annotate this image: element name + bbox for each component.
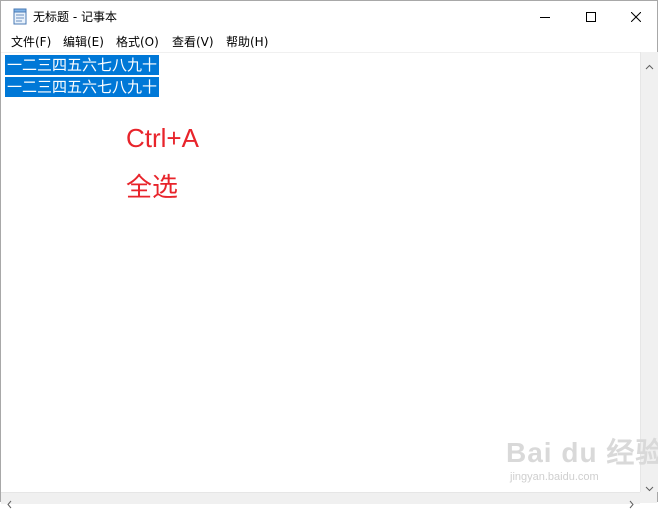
baidu-watermark: Bai du 经验 jingyan.baidu.com <box>506 431 658 483</box>
minimize-button[interactable] <box>522 1 568 32</box>
minimize-icon <box>540 16 550 18</box>
scroll-right-icon[interactable] <box>627 494 635 513</box>
selected-text-line[interactable]: 一二三四五六七八九十 <box>5 55 160 75</box>
title-bar[interactable]: 无标题 - 记事本 <box>1 1 657 32</box>
scrollbar-corner <box>640 492 657 503</box>
menu-view[interactable]: 查看(V) <box>172 34 214 50</box>
notepad-window: 无标题 - 记事本 文件(F) 编辑(E) 格式(O) 查看(V) 帮助(H) … <box>0 0 658 509</box>
scroll-left-icon[interactable] <box>6 494 14 513</box>
watermark-url: jingyan.baidu.com <box>510 471 599 483</box>
maximize-button[interactable] <box>568 1 614 32</box>
menu-file[interactable]: 文件(F) <box>11 34 51 50</box>
menu-format[interactable]: 格式(O) <box>116 34 159 50</box>
action-annotation: 全选 <box>126 172 179 202</box>
notepad-icon <box>13 8 27 25</box>
maximize-icon <box>586 11 596 22</box>
scroll-up-icon[interactable] <box>645 57 654 70</box>
close-icon <box>631 11 641 22</box>
vertical-scrollbar[interactable] <box>640 52 658 492</box>
shortcut-annotation: Ctrl+A <box>126 123 199 153</box>
close-button[interactable] <box>613 1 658 32</box>
watermark-brand: Bai du 经验 <box>506 437 658 468</box>
horizontal-scrollbar[interactable] <box>1 492 640 509</box>
menu-edit[interactable]: 编辑(E) <box>63 34 104 50</box>
text-editor[interactable]: 一二三四五六七八九十 一二三四五六七八九十 Ctrl+A 全选 <box>1 52 640 493</box>
window-title: 无标题 - 记事本 <box>33 10 117 24</box>
menu-help[interactable]: 帮助(H) <box>226 34 268 50</box>
selected-text-line[interactable]: 一二三四五六七八九十 <box>5 77 160 97</box>
menu-bar: 文件(F) 编辑(E) 格式(O) 查看(V) 帮助(H) <box>1 32 657 52</box>
